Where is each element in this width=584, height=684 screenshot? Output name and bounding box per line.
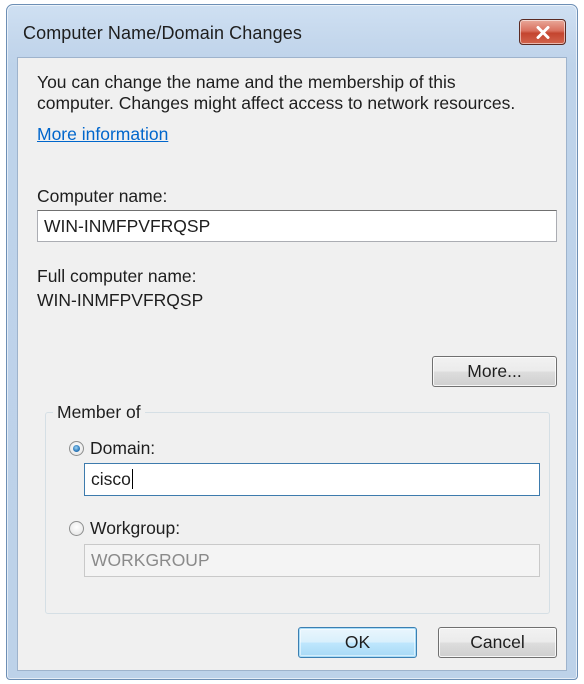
cancel-button[interactable]: Cancel (438, 627, 557, 658)
workgroup-radio-label: Workgroup: (90, 518, 181, 538)
more-information-link[interactable]: More information (37, 124, 168, 145)
domain-radio[interactable]: Domain: (69, 438, 155, 459)
domain-radio-button[interactable] (69, 441, 84, 456)
member-of-title: Member of (53, 402, 145, 423)
domain-input[interactable]: cisco (84, 463, 540, 496)
window-title: Computer Name/Domain Changes (23, 23, 302, 43)
title-bar[interactable]: Computer Name/Domain Changes (7, 5, 577, 61)
intro-line-1: You can change the name and the membersh… (37, 72, 456, 92)
full-computer-name-label: Full computer name: (37, 266, 197, 286)
workgroup-input[interactable] (84, 544, 540, 577)
domain-radio-label: Domain: (90, 438, 156, 458)
computer-name-input[interactable] (37, 210, 557, 242)
dialog-window: Computer Name/Domain Changes You can cha… (6, 4, 578, 680)
workgroup-radio[interactable]: Workgroup: (69, 518, 180, 539)
close-button[interactable] (519, 19, 566, 45)
close-icon (536, 25, 550, 39)
full-computer-name-value: WIN-INMFPVFRQSP (37, 290, 204, 310)
computer-name-label: Computer name: (37, 186, 168, 206)
ok-button[interactable]: OK (298, 627, 417, 658)
workgroup-radio-button[interactable] (69, 521, 84, 536)
intro-line-2: computer. Changes might affect access to… (37, 93, 516, 113)
dialog-content: You can change the name and the membersh… (17, 57, 567, 671)
intro-text: You can change the name and the membersh… (37, 72, 557, 114)
more-button[interactable]: More... (432, 356, 557, 387)
domain-input-value: cisco (91, 469, 131, 489)
text-caret (131, 469, 133, 489)
